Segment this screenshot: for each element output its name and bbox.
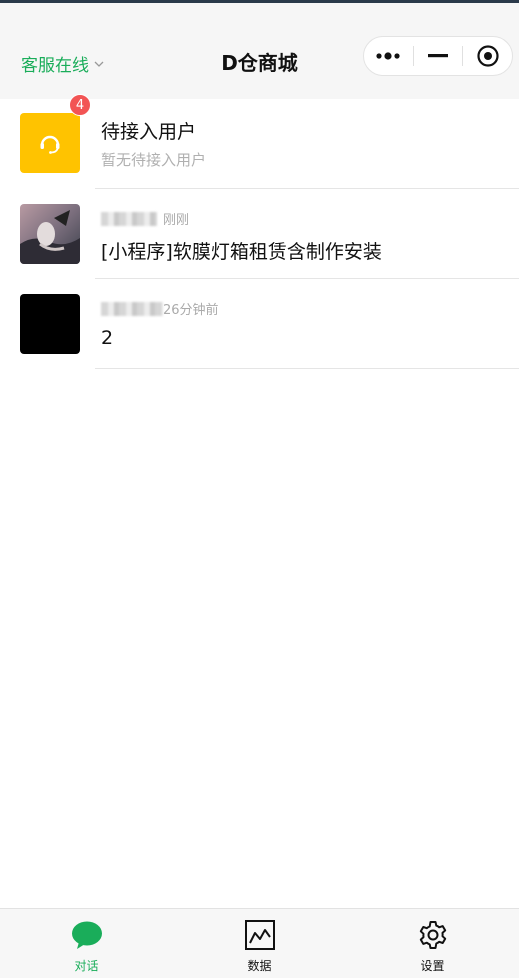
minimize-button[interactable] <box>414 36 463 76</box>
blurred-username <box>101 301 163 316</box>
conversation-time: 26分钟前 <box>163 303 219 318</box>
pending-title: 待接入用户 <box>101 121 197 143</box>
pending-subtitle: 暂无待接入用户 <box>101 151 207 169</box>
tab-label: 对话 <box>74 959 99 973</box>
minimize-icon <box>428 54 448 58</box>
avatar <box>20 204 80 264</box>
tab-settings[interactable]: 设置 <box>346 909 519 978</box>
conversation-list: 待接入用户 暂无待接入用户 刚刚 [小程序]软膜灯箱租赁含制作安装 26分钟前 … <box>0 99 519 369</box>
tab-chat[interactable]: 对话 <box>0 909 173 978</box>
row-divider <box>95 368 519 369</box>
more-dots-icon <box>376 52 400 60</box>
chat-bubble-icon <box>71 921 102 949</box>
avatar <box>20 294 80 354</box>
conversation-item[interactable]: 26分钟前 2 <box>0 279 519 369</box>
blurred-username <box>101 211 157 226</box>
tab-label: 数据 <box>247 959 272 973</box>
target-close-icon <box>477 45 499 67</box>
conversation-message: 2 <box>101 327 114 349</box>
pending-avatar <box>20 113 80 173</box>
header: 客服在线 D仓商城 <box>0 3 519 99</box>
chart-icon <box>244 920 275 950</box>
conversation-meta: 26分钟前 <box>101 299 219 318</box>
gear-icon <box>419 921 446 949</box>
conversation-item[interactable]: 刚刚 [小程序]软膜灯箱租赁含制作安装 <box>0 189 519 279</box>
conversation-meta: 刚刚 <box>101 209 189 228</box>
conversation-time: 刚刚 <box>163 213 190 228</box>
tab-data[interactable]: 数据 <box>173 909 346 978</box>
more-button[interactable] <box>364 36 413 76</box>
headset-icon <box>40 135 60 154</box>
conversation-message: [小程序]软膜灯箱租赁含制作安装 <box>101 241 382 263</box>
tab-bar: 对话 数据 设置 <box>0 908 519 978</box>
tab-label: 设置 <box>420 959 445 973</box>
unread-badge: 4 <box>69 94 91 116</box>
avatar-image <box>20 204 80 264</box>
close-button[interactable] <box>463 36 512 76</box>
capsule-menu <box>363 36 513 76</box>
